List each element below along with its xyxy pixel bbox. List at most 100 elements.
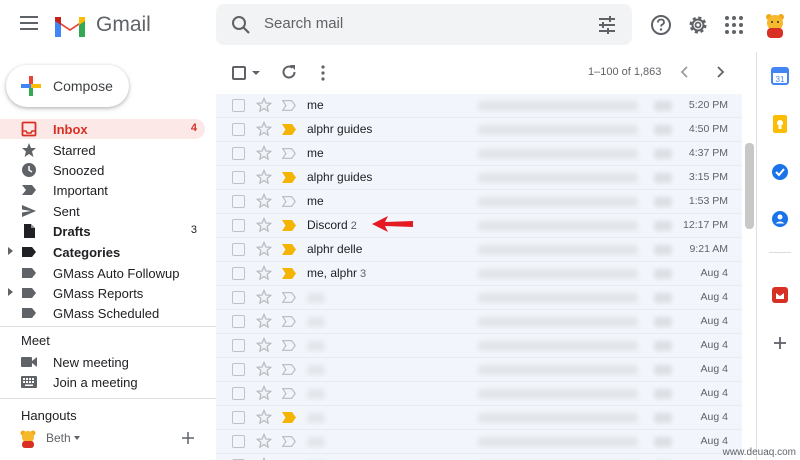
sidebar-item-gmass-followup[interactable]: GMass Auto Followup <box>0 263 205 283</box>
chevron-left-icon[interactable] <box>677 64 693 80</box>
sidebar-item-drafts[interactable]: Drafts 3 <box>0 221 205 241</box>
sidebar-item-gmass-scheduled[interactable]: GMass Scheduled <box>0 303 205 323</box>
scrollbar-thumb[interactable] <box>745 143 754 229</box>
star-icon[interactable] <box>256 217 272 233</box>
important-marker-icon[interactable] <box>282 364 296 375</box>
add-icon[interactable] <box>771 334 789 352</box>
star-icon[interactable] <box>256 409 272 425</box>
email-row[interactable]: Aug 4 <box>216 430 742 454</box>
row-checkbox[interactable] <box>232 363 245 376</box>
email-row[interactable]: Aug 4 <box>216 334 742 358</box>
email-row[interactable]: Aug 4 <box>216 358 742 382</box>
select-all-checkbox[interactable] <box>232 66 246 80</box>
row-checkbox[interactable] <box>232 195 245 208</box>
star-icon[interactable] <box>256 313 272 329</box>
row-checkbox[interactable] <box>232 219 245 232</box>
chevron-right-icon[interactable] <box>712 64 728 80</box>
star-icon[interactable] <box>256 145 272 161</box>
important-marker-icon[interactable] <box>282 340 296 351</box>
refresh-icon[interactable] <box>280 63 298 81</box>
email-row[interactable]: Discord 2 12:17 PM <box>216 214 742 238</box>
star-icon[interactable] <box>256 193 272 209</box>
chevron-down-icon[interactable] <box>74 436 80 440</box>
star-icon[interactable] <box>256 265 272 281</box>
important-marker-icon[interactable] <box>282 292 296 303</box>
email-row[interactable]: me, alphr 3 Aug 4 <box>216 262 742 286</box>
row-checkbox[interactable] <box>232 123 245 136</box>
gmail-logo[interactable] <box>53 13 87 39</box>
row-checkbox[interactable] <box>232 315 245 328</box>
important-marker-icon[interactable] <box>282 220 296 231</box>
important-marker-icon[interactable] <box>282 196 296 207</box>
important-marker-icon[interactable] <box>282 172 296 183</box>
sidebar-item-inbox[interactable]: Inbox 4 <box>0 119 205 139</box>
sidebar-item-important[interactable]: Important <box>0 180 205 200</box>
star-icon[interactable] <box>256 241 272 257</box>
email-row[interactable]: Aug 4 <box>216 286 742 310</box>
new-meeting-item[interactable]: New meeting <box>0 352 205 372</box>
addon-icon[interactable] <box>771 286 789 304</box>
row-checkbox[interactable] <box>232 147 245 160</box>
search-icon[interactable] <box>231 15 251 35</box>
important-marker-icon[interactable] <box>282 100 296 111</box>
email-row[interactable]: alphr guides 4:50 PM <box>216 118 742 142</box>
search-input[interactable] <box>264 15 564 32</box>
email-row[interactable]: me 4:37 PM <box>216 142 742 166</box>
add-icon[interactable] <box>182 432 194 444</box>
important-marker-icon[interactable] <box>282 388 296 399</box>
important-marker-icon[interactable] <box>282 148 296 159</box>
row-checkbox[interactable] <box>232 99 245 112</box>
tasks-icon[interactable] <box>771 163 789 181</box>
sidebar-item-sent[interactable]: Sent <box>0 201 205 221</box>
search-options-icon[interactable] <box>598 16 616 34</box>
select-dropdown-icon[interactable] <box>252 71 260 75</box>
account-avatar[interactable] <box>760 9 790 39</box>
star-icon[interactable] <box>256 337 272 353</box>
main-menu-icon[interactable] <box>20 16 38 30</box>
join-meeting-item[interactable]: Join a meeting <box>0 372 205 392</box>
important-marker-icon[interactable] <box>282 412 296 423</box>
sidebar-item-categories[interactable]: Categories <box>0 242 205 262</box>
sidebar-item-snoozed[interactable]: Snoozed <box>0 160 205 180</box>
compose-button[interactable]: Compose <box>6 65 129 107</box>
star-icon[interactable] <box>256 169 272 185</box>
star-icon[interactable] <box>256 433 272 449</box>
row-checkbox[interactable] <box>232 411 245 424</box>
email-row[interactable]: alphr guides 3:15 PM <box>216 166 742 190</box>
apps-grid-icon[interactable] <box>723 14 745 36</box>
important-marker-icon[interactable] <box>282 268 296 279</box>
more-options-icon[interactable] <box>316 64 330 82</box>
email-row[interactable] <box>216 454 742 460</box>
expand-arrow-icon[interactable] <box>8 288 13 296</box>
important-marker-icon[interactable] <box>282 244 296 255</box>
row-checkbox[interactable] <box>232 243 245 256</box>
email-row[interactable]: alphr delle 9:21 AM <box>216 238 742 262</box>
row-checkbox[interactable] <box>232 339 245 352</box>
sidebar-item-gmass-reports[interactable]: GMass Reports <box>0 283 205 303</box>
star-icon[interactable] <box>256 289 272 305</box>
star-icon[interactable] <box>256 361 272 377</box>
hangouts-user[interactable]: Beth <box>18 428 198 448</box>
keep-icon[interactable] <box>771 115 789 133</box>
star-icon[interactable] <box>256 385 272 401</box>
row-checkbox[interactable] <box>232 435 245 448</box>
email-row[interactable]: Aug 4 <box>216 310 742 334</box>
star-icon[interactable] <box>256 121 272 137</box>
email-row[interactable]: me 1:53 PM <box>216 190 742 214</box>
important-marker-icon[interactable] <box>282 124 296 135</box>
important-marker-icon[interactable] <box>282 436 296 447</box>
email-row[interactable]: me 5:20 PM <box>216 94 742 118</box>
expand-arrow-icon[interactable] <box>8 247 13 255</box>
search-bar[interactable] <box>216 4 632 45</box>
sidebar-item-starred[interactable]: Starred <box>0 140 205 160</box>
row-checkbox[interactable] <box>232 171 245 184</box>
row-checkbox[interactable] <box>232 267 245 280</box>
settings-gear-icon[interactable] <box>687 14 709 36</box>
row-checkbox[interactable] <box>232 387 245 400</box>
contacts-icon[interactable] <box>771 210 789 228</box>
email-row[interactable]: Aug 4 <box>216 382 742 406</box>
star-icon[interactable] <box>256 97 272 113</box>
row-checkbox[interactable] <box>232 291 245 304</box>
help-icon[interactable] <box>650 14 672 36</box>
calendar-icon[interactable]: 31 <box>771 67 789 85</box>
